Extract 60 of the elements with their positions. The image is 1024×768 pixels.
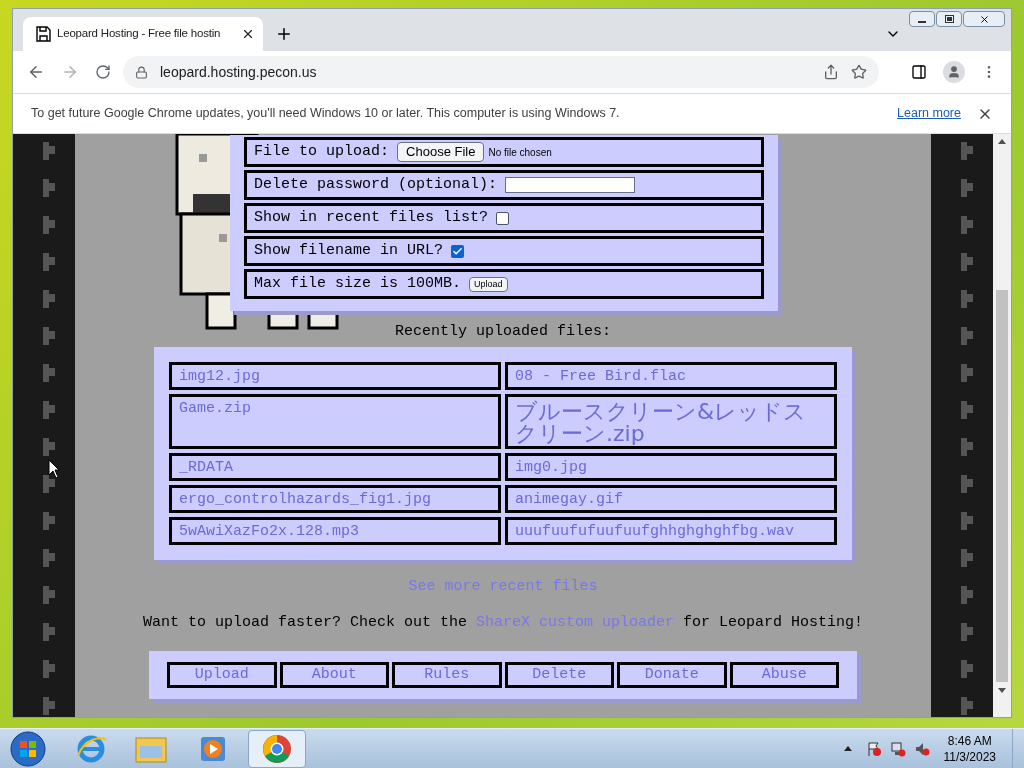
nav-link[interactable]: Donate [617, 661, 727, 688]
nav-link[interactable]: Delete [504, 661, 614, 688]
learn-more-link[interactable]: Learn more [897, 104, 961, 123]
maximize-icon [944, 15, 954, 23]
file-link[interactable]: 08 - Free Bird.flac [505, 361, 837, 390]
form-label: Show in recent files list? [254, 207, 489, 228]
lock-icon [135, 65, 148, 79]
scroll-up-icon[interactable] [998, 139, 1006, 144]
new-tab-icon[interactable] [275, 25, 293, 43]
close-tab-icon[interactable] [241, 27, 255, 41]
file-link[interactable]: animegay.gif [505, 484, 837, 513]
checkbox[interactable] [451, 244, 465, 258]
network-icon[interactable] [889, 740, 906, 757]
recent-files-heading: Recently uploaded files: [395, 322, 612, 342]
form-label: File to upload: [254, 141, 390, 162]
back-icon[interactable] [27, 63, 45, 81]
flag-icon[interactable] [865, 740, 882, 757]
upload-button[interactable]: Upload [469, 276, 508, 292]
file-link[interactable]: ブルースクリーン&レッドスクリーン.zip [505, 393, 837, 449]
minimize-icon [918, 21, 926, 23]
scroll-down-icon[interactable] [998, 688, 1006, 693]
file-link[interactable]: _RDATA [169, 452, 501, 481]
update-message: To get future Google Chrome updates, you'll need Windows 10 or later. This computer is using Windows 7. [31, 105, 621, 123]
floppy-icon [35, 26, 51, 42]
file-link[interactable]: ergo_controlhazards_fig1.jpg [169, 484, 501, 513]
url-text: leopard.hosting.pecon.us [160, 62, 318, 82]
choose-file-button[interactable]: Choose File [397, 142, 485, 162]
nav-link[interactable]: About [279, 661, 389, 688]
share-icon[interactable] [823, 64, 839, 80]
reload-icon[interactable] [95, 64, 111, 80]
file-link[interactable]: uuufuufufuufuufghhghghghfbg.wav [505, 516, 837, 545]
address-bar[interactable]: leopard.hosting.pecon.us [123, 56, 879, 88]
nav-link[interactable]: Rules [392, 661, 502, 688]
chrome-icon [262, 733, 292, 764]
minimize-button[interactable] [909, 11, 935, 27]
sharex-note: Want to upload faster? Check out the ShareX custom uploader for Leopard Hosting! [142, 613, 864, 633]
checkbox[interactable] [496, 211, 510, 225]
file-link[interactable]: 5wAwiXazFo2x.128.mp3 [169, 516, 501, 545]
form-label: Show filename in URL? [254, 240, 444, 261]
nav-link[interactable]: Abuse [729, 661, 839, 688]
bookmark-icon[interactable] [851, 64, 867, 80]
file-link[interactable]: Game.zip [169, 393, 501, 449]
chrome-taskbar-button[interactable] [248, 729, 306, 768]
file-status: No file chosen [488, 145, 552, 160]
start-button[interactable] [8, 728, 48, 768]
maximize-button[interactable] [936, 11, 962, 27]
file-link[interactable]: img0.jpg [505, 452, 837, 481]
tab-title: Leopard Hosting - Free file hostin [57, 26, 221, 42]
mouse-cursor [48, 459, 60, 479]
browser-tab[interactable]: Leopard Hosting - Free file hostin [23, 17, 263, 51]
file-link[interactable]: img12.jpg [169, 361, 501, 390]
side-panel-icon[interactable] [911, 64, 927, 80]
close-icon [978, 13, 990, 25]
profile-icon[interactable] [943, 61, 965, 83]
password-field[interactable] [505, 177, 636, 193]
scrollbar-thumb[interactable] [996, 290, 1008, 682]
form-label: Max file size is 100MB. [254, 273, 462, 294]
clock[interactable]: 8:46 AM 11/3/2023 [943, 732, 996, 765]
nav-link[interactable]: Upload [167, 661, 277, 688]
form-label: Delete password (optional): [254, 174, 498, 195]
